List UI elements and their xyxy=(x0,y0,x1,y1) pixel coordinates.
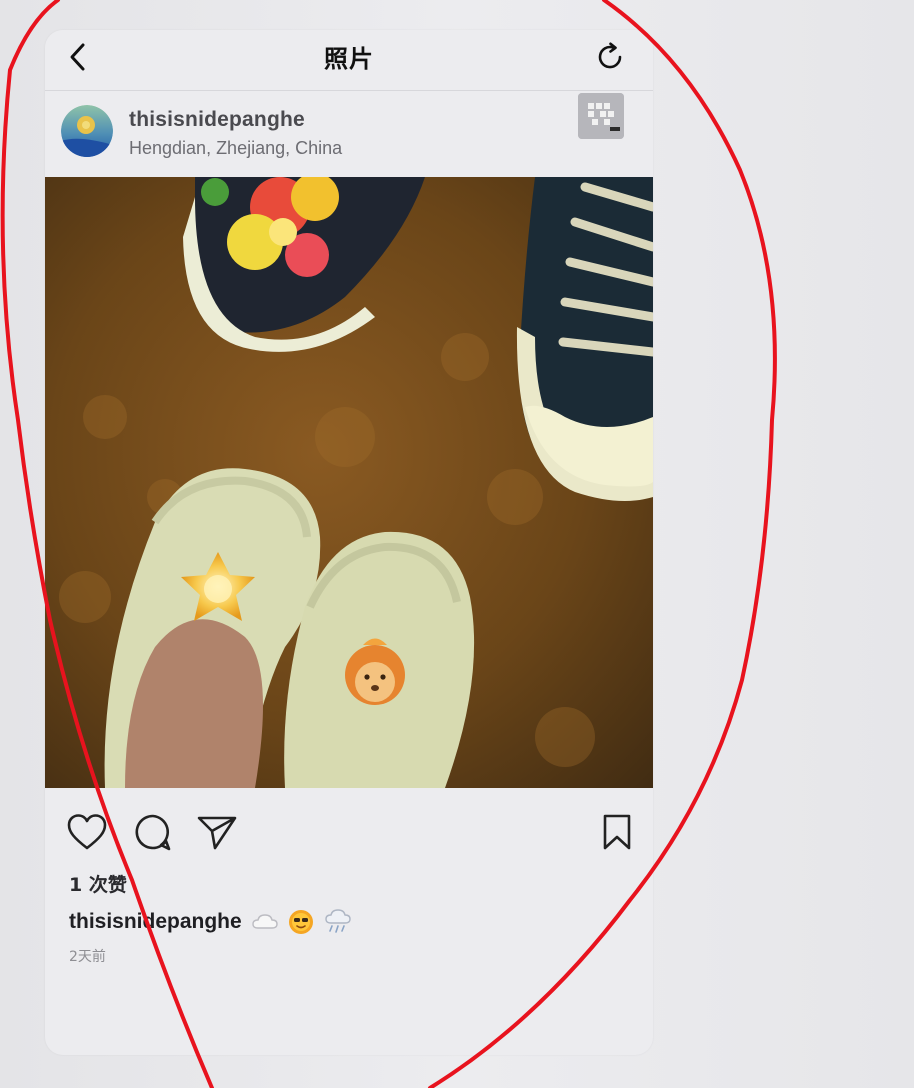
post-photo[interactable] xyxy=(45,177,653,788)
avatar[interactable] xyxy=(61,105,113,157)
comment-button[interactable] xyxy=(131,810,175,854)
share-button[interactable] xyxy=(195,810,239,854)
top-nav-bar: 照片 xyxy=(45,30,653,91)
post-time: 2天前 xyxy=(69,949,106,965)
rain-cloud-icon xyxy=(324,909,351,933)
like-count[interactable]: 1 次赞 xyxy=(69,870,127,897)
post-username[interactable]: thisisnidepanghe xyxy=(129,108,305,132)
screenshot-stage: 照片 thisisnidepanghe Hengdian, Zhejiang, … xyxy=(0,0,914,1088)
bookmark-icon xyxy=(603,814,631,850)
post-header: thisisnidepanghe Hengdian, Zhejiang, Chi… xyxy=(45,91,653,177)
cloud-icon xyxy=(251,914,278,929)
page-title: 照片 xyxy=(324,45,374,73)
caption-username[interactable]: thisisnidepanghe xyxy=(69,910,242,934)
save-button[interactable] xyxy=(595,810,639,854)
photo-post-screen: 照片 thisisnidepanghe Hengdian, Zhejiang, … xyxy=(45,30,653,1055)
post-caption: thisisnidepanghe xyxy=(69,907,352,937)
refresh-button[interactable] xyxy=(589,36,631,78)
qr-code-thumbnail[interactable] xyxy=(578,93,624,139)
heart-icon xyxy=(67,814,107,850)
like-button[interactable] xyxy=(65,810,109,854)
refresh-icon xyxy=(598,42,622,69)
post-action-bar xyxy=(45,788,653,868)
sun-face-icon xyxy=(288,910,313,934)
comment-icon xyxy=(135,814,171,851)
send-icon xyxy=(197,816,237,850)
post-location[interactable]: Hengdian, Zhejiang, China xyxy=(129,138,342,159)
